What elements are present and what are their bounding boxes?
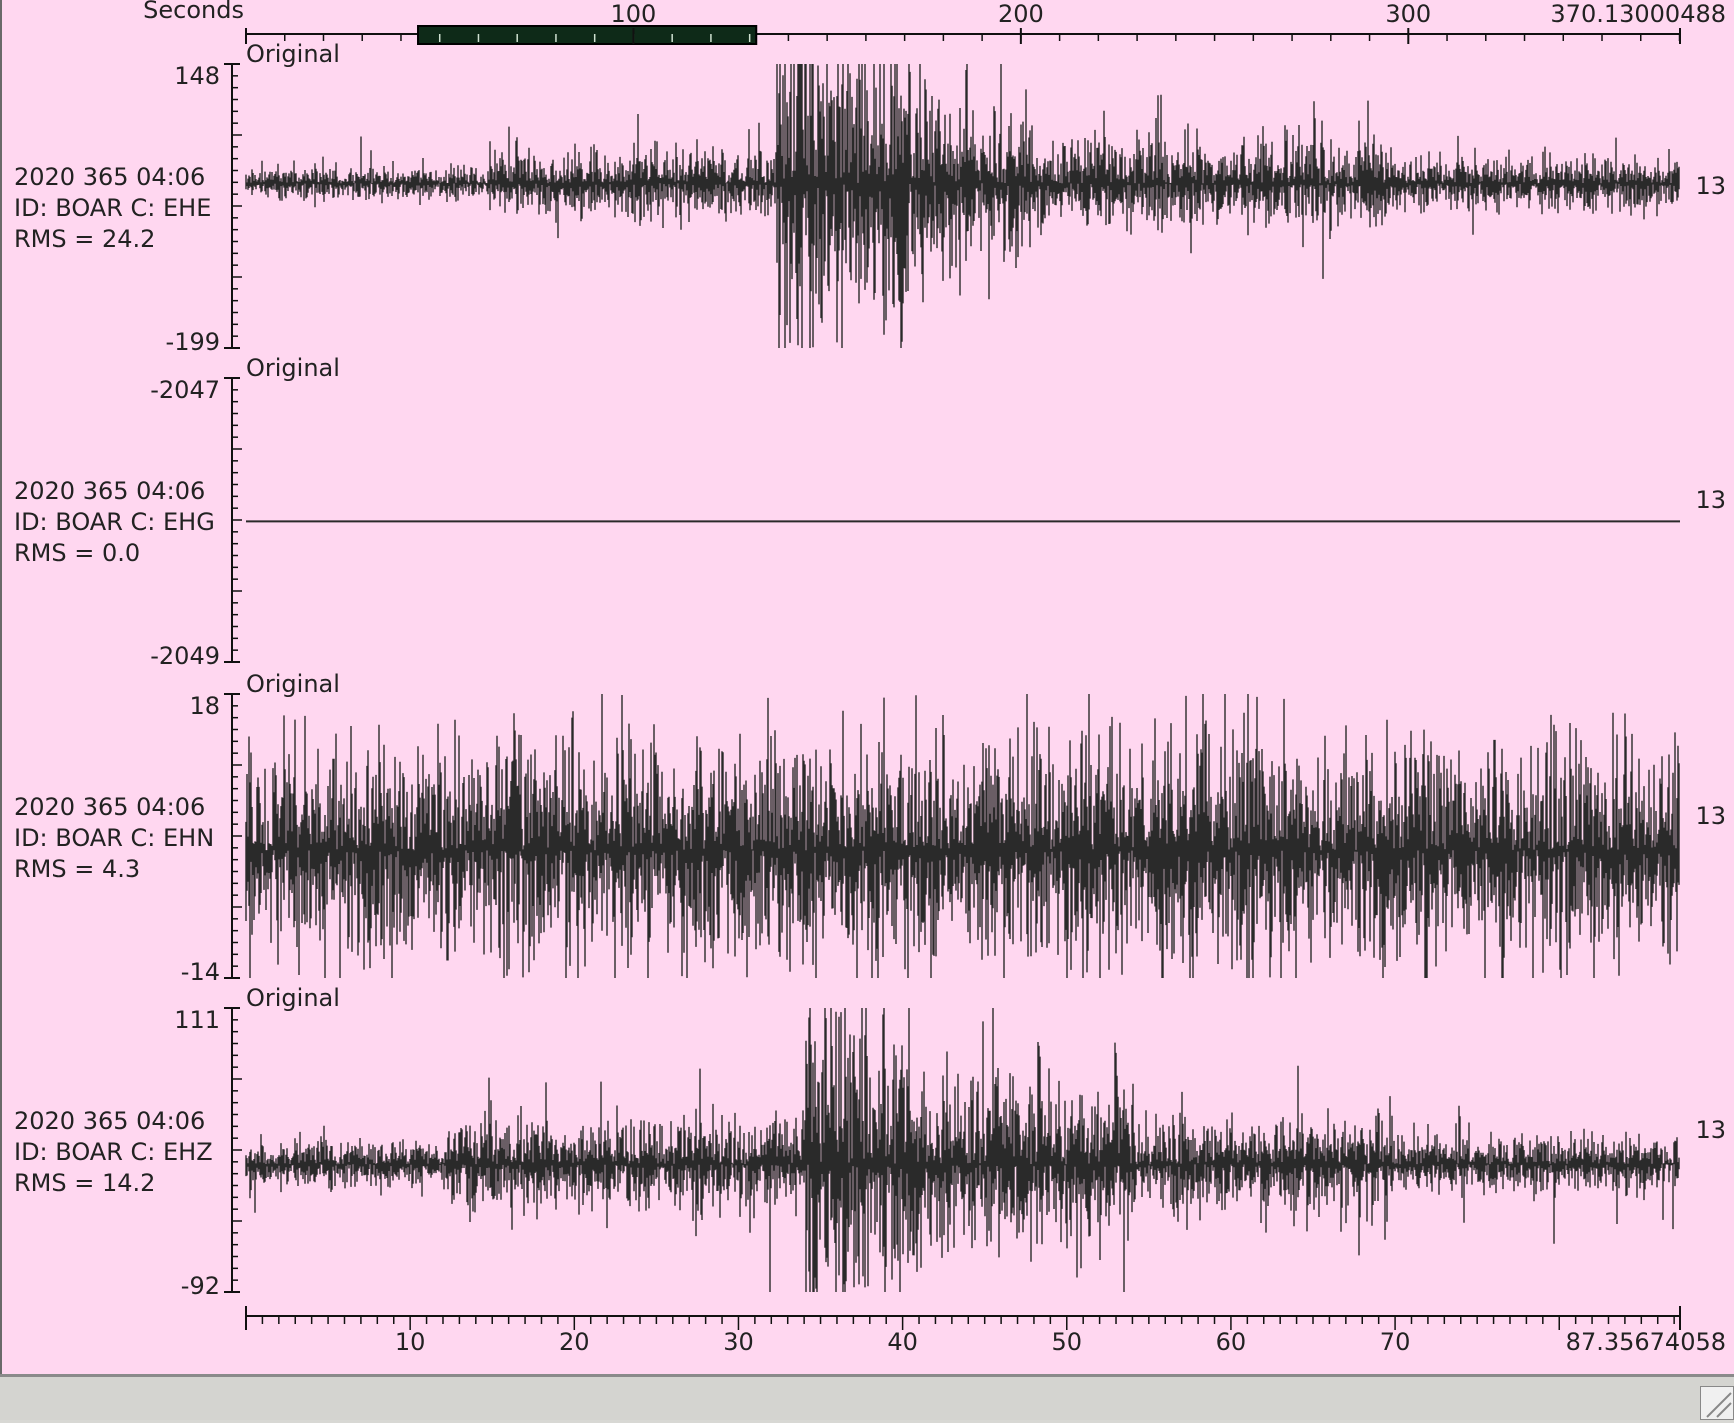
y-max-label: 111	[174, 1006, 220, 1034]
trace-right-label: 13	[1695, 802, 1726, 830]
bottom-axis-tick-label: 20	[559, 1328, 590, 1356]
trace-right-label: 13	[1695, 1116, 1726, 1144]
top-axis-end-label: 370.13000488	[1550, 0, 1726, 28]
trace-mode-label: Original	[246, 354, 340, 382]
status-bar	[0, 1374, 1734, 1420]
y-max-label: 18	[189, 692, 220, 720]
bottom-time-axis: 10 20 30 40 50 60 70 87.35674058	[245, 1306, 1726, 1356]
bottom-axis-tick-label: 60	[1216, 1328, 1247, 1356]
resize-grip-icon[interactable]	[1700, 1386, 1734, 1420]
trace-mode-label: Original	[246, 670, 340, 698]
seismogram-plot-area[interactable]: Seconds 100 200 300 370.13000488 148 -199 Or…	[0, 0, 1734, 1374]
trace-rms-label: RMS = 0.0	[14, 539, 141, 567]
top-time-axis: Seconds 100 200 300 370.13000488	[143, 0, 1726, 45]
top-axis-tick-label: 300	[1385, 0, 1431, 28]
trace-info: 2020 365 04:06 ID: BOAR C: EHE RMS = 24.2	[2, 162, 211, 255]
trace-right-label: 13	[1695, 172, 1726, 200]
trace-id-label: ID: BOAR C: EHZ	[14, 1138, 213, 1166]
y-min-label: -2049	[150, 642, 220, 670]
trace-info: 2020 365 04:06 ID: BOAR C: EHZ RMS = 14.2	[2, 1106, 213, 1199]
waveform-trace	[245, 694, 1680, 978]
trace-mode-label: Original	[246, 984, 340, 1012]
top-axis-tick-label: 100	[611, 0, 657, 28]
top-axis-unit-label: Seconds	[143, 0, 244, 24]
trace-rms-label: RMS = 14.2	[14, 1169, 156, 1197]
trace-right-label: 13	[1695, 486, 1726, 514]
trace-info: 2020 365 04:06 ID: BOAR C: EHN RMS = 4.3	[2, 792, 214, 885]
trace-time-label: 2020 365 04:06	[14, 163, 206, 191]
bottom-axis-tick-label: 10	[395, 1328, 426, 1356]
bottom-axis-end-label: 87.35674058	[1566, 1328, 1726, 1356]
y-min-label: -199	[166, 328, 220, 356]
trace-panel[interactable]: 148 -199 Original 13	[166, 40, 1726, 356]
trace-time-label: 2020 365 04:06	[14, 793, 206, 821]
trace-mode-label: Original	[246, 40, 340, 68]
bottom-axis-tick-label: 40	[887, 1328, 918, 1356]
y-min-label: -14	[181, 958, 220, 986]
bottom-axis-tick-label: 50	[1051, 1328, 1082, 1356]
trace-rms-label: RMS = 24.2	[14, 225, 156, 253]
bottom-axis-tick-label: 30	[723, 1328, 754, 1356]
trace-id-label: ID: BOAR C: EHN	[14, 824, 215, 852]
top-axis-tick-label: 200	[998, 0, 1044, 28]
seismogram-canvas[interactable]: Seconds 100 200 300 370.13000488 148 -199 Or…	[2, 0, 1734, 1374]
trace-id-label: ID: BOAR C: EHE	[14, 194, 212, 222]
trace-rms-label: RMS = 4.3	[14, 855, 141, 883]
trace-info: 2020 365 04:06 ID: BOAR C: EHG RMS = 0.0	[2, 476, 215, 569]
time-window-selector[interactable]	[417, 25, 758, 45]
y-min-label: -92	[181, 1272, 220, 1300]
bottom-axis-tick-label: 70	[1380, 1328, 1411, 1356]
waveform-trace	[245, 64, 1680, 348]
trace-panel[interactable]: 111 -92 Original 13	[174, 984, 1726, 1300]
trace-panel[interactable]: -2047 -2049 Original 13	[150, 354, 1726, 670]
y-max-label: -2047	[150, 376, 220, 404]
trace-panel[interactable]: 18 -14 Original 13	[181, 670, 1726, 986]
y-max-label: 148	[174, 62, 220, 90]
waveform-trace	[245, 1008, 1680, 1292]
trace-time-label: 2020 365 04:06	[14, 477, 206, 505]
trace-id-label: ID: BOAR C: EHG	[14, 508, 215, 536]
trace-time-label: 2020 365 04:06	[14, 1107, 206, 1135]
